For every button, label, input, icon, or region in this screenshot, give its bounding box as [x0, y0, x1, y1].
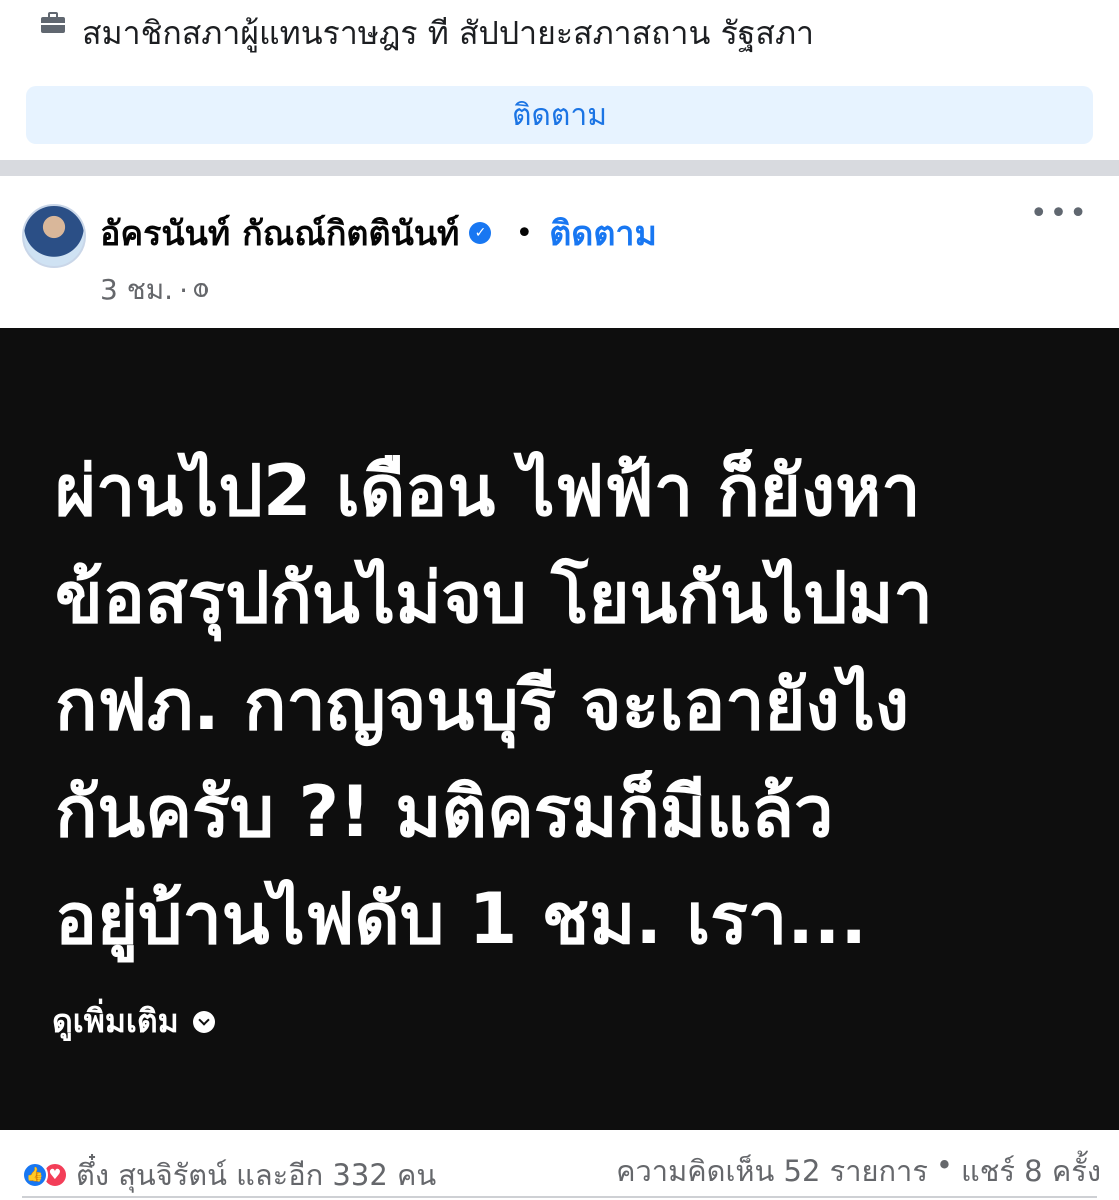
briefcase-icon [40, 11, 66, 34]
engagement-stats: ความคิดเห็น 52 รายการ • แชร์ 8 ครั้ง [616, 1148, 1101, 1194]
post-line: ผ่านไป2 เดือน ไฟฟ้า ก็ยังหา [55, 450, 921, 532]
intro-description: สมาชิกสภาผู้แทนราษฎร ที สัปปายะสภาสถาน ร… [82, 14, 814, 52]
intro-row: สมาชิกสภาผู้แทนราษฎร ที สัปปายะสภาสถาน ร… [40, 8, 814, 59]
post-line: ข้อสรุปกันไม่จบ โยนกันไปมา [55, 557, 933, 639]
follow-button[interactable]: ติดตาม [26, 86, 1093, 144]
author-name[interactable]: อัครนันท์ กัณณ์กิตตินันท์ [100, 206, 459, 260]
post-text-background: ผ่านไป2 เดือน ไฟฟ้า ก็ยังหา ข้อสรุปกันไม… [0, 328, 1119, 1130]
dot-separator: • [515, 215, 534, 251]
meta-dot: · [179, 273, 188, 307]
avatar[interactable] [22, 204, 86, 268]
post-line: กฟภ. กาญจนบุรี จะเอายังไง [55, 664, 910, 746]
divider [22, 1196, 1097, 1198]
stats-separator: • [935, 1148, 954, 1182]
follow-link[interactable]: ติดตาม [549, 206, 657, 260]
reactions-summary[interactable]: 👍 ♥ ตึ๋ง สุนจิรัตน์ และอีก 332 คน [22, 1152, 436, 1198]
see-more-button[interactable]: ดูเพิ่มเติม [52, 996, 215, 1047]
post-header: อัครนันท์ กัณณ์กิตตินันท์ ✓ • ติดตาม 3 ช… [0, 176, 1119, 328]
post-body: ผ่านไป2 เดือน ไฟฟ้า ก็ยังหา ข้อสรุปกันไม… [55, 438, 1095, 973]
feed-separator [0, 160, 1119, 176]
like-icon: 👍 [22, 1162, 48, 1188]
more-options-icon[interactable]: ••• [1030, 196, 1089, 231]
chevron-down-icon [192, 1010, 215, 1033]
post-timestamp[interactable]: 3 ชม. [100, 268, 173, 312]
shares-count[interactable]: แชร์ 8 ครั้ง [961, 1148, 1101, 1194]
post-line: อยู่บ้านไฟดับ 1 ชม. เรา... [55, 878, 867, 960]
profile-intro-card: สมาชิกสภาผู้แทนราษฎร ที สัปปายะสภาสถาน ร… [0, 0, 1119, 160]
post-meta: 3 ชม. · [100, 268, 208, 312]
verified-badge-icon: ✓ [469, 222, 492, 244]
post-stats-bar: 👍 ♥ ตึ๋ง สุนจิรัตน์ และอีก 332 คน ความคิ… [0, 1130, 1119, 1200]
globe-icon [193, 283, 208, 297]
reactions-text[interactable]: ตึ๋ง สุนจิรัตน์ และอีก 332 คน [76, 1152, 436, 1198]
comments-count[interactable]: ความคิดเห็น 52 รายการ [616, 1148, 928, 1194]
post-line: กันครับ ?! มติครมก็มีแล้ว [55, 771, 834, 853]
author-row: อัครนันท์ กัณณ์กิตตินันท์ ✓ • ติดตาม [100, 206, 657, 260]
follow-button-label: ติดตาม [511, 97, 608, 133]
see-more-label: ดูเพิ่มเติม [52, 1002, 179, 1040]
